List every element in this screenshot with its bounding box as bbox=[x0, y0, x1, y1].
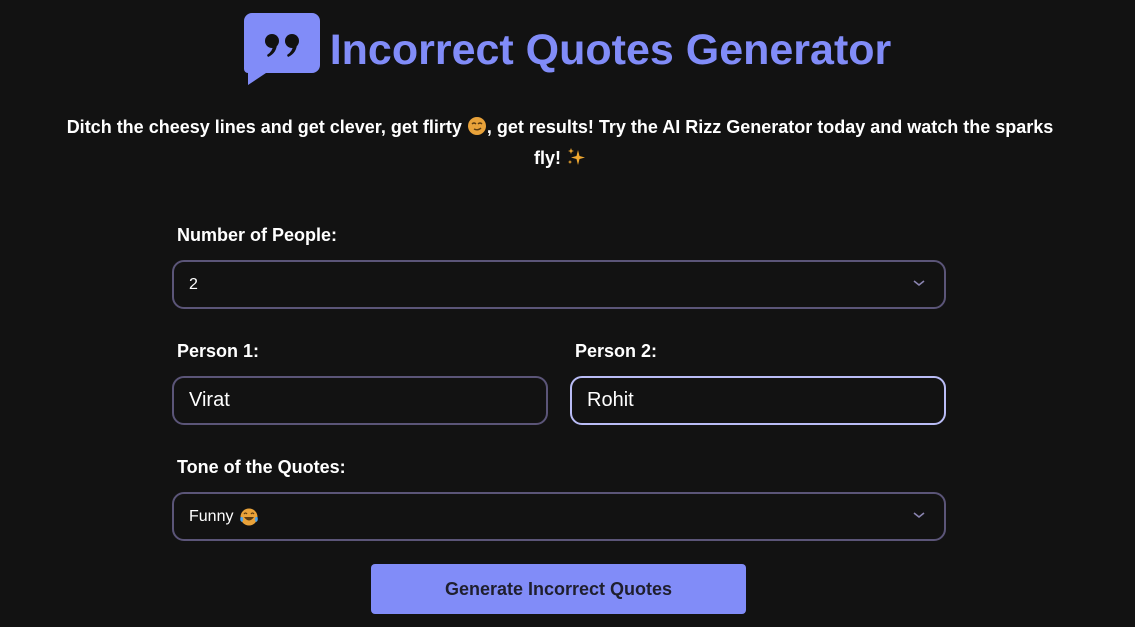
page-title: Incorrect Quotes Generator bbox=[329, 25, 892, 74]
tone-group: Tone of the Quotes: Funny bbox=[172, 454, 946, 541]
tone-value: Funny bbox=[189, 507, 234, 525]
person2-input[interactable] bbox=[570, 376, 946, 425]
people-count-value: 2 bbox=[189, 275, 198, 293]
smirking-face-emoji-icon bbox=[467, 117, 486, 135]
people-count-group: Number of People: 2 bbox=[172, 222, 946, 309]
people-count-select[interactable]: 2 bbox=[172, 260, 946, 309]
sparkles-emoji-icon bbox=[568, 148, 585, 165]
page: Incorrect Quotes Generator Ditch the che… bbox=[0, 0, 1135, 627]
generate-quotes-button[interactable]: Generate Incorrect Quotes bbox=[371, 564, 746, 614]
person2-label: Person 2: bbox=[575, 341, 658, 361]
chevron-down-icon bbox=[913, 280, 925, 287]
tagline: Ditch the cheesy lines and get clever, g… bbox=[60, 112, 1060, 174]
person1-input[interactable] bbox=[172, 376, 548, 425]
chevron-down-icon bbox=[913, 512, 925, 519]
quotes-form: Number of People: 2 Person 1: Person 2: … bbox=[172, 222, 946, 541]
tone-select[interactable]: Funny bbox=[172, 492, 946, 541]
header: Incorrect Quotes Generator bbox=[0, 13, 1135, 85]
tone-label: Tone of the Quotes: bbox=[177, 457, 346, 477]
tears-of-joy-emoji-icon bbox=[240, 508, 259, 525]
person1-label: Person 1: bbox=[177, 341, 260, 361]
person1-group: Person 1: bbox=[172, 338, 548, 425]
tagline-text-1: Ditch the cheesy lines and get clever, g… bbox=[66, 117, 467, 137]
quote-bubble-icon bbox=[243, 13, 320, 85]
person-names-row: Person 1: Person 2: bbox=[172, 338, 946, 425]
person2-group: Person 2: bbox=[570, 338, 946, 425]
people-count-label: Number of People: bbox=[177, 225, 338, 245]
